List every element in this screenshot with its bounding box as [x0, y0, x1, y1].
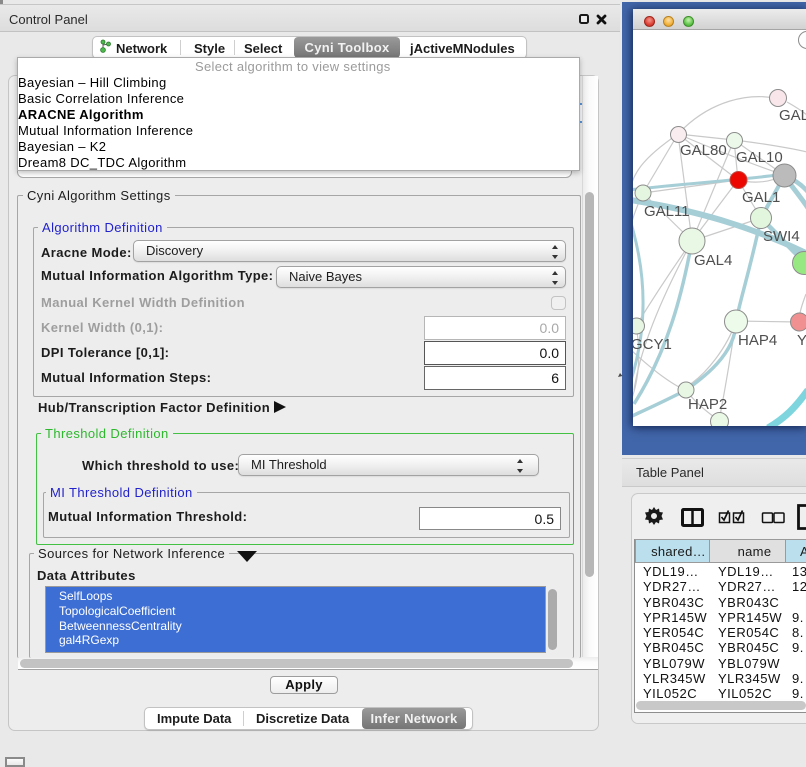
svg-text:GAL80: GAL80 — [680, 142, 727, 159]
svg-text:GAL11: GAL11 — [644, 203, 690, 220]
svg-text:YB: YB — [797, 332, 806, 349]
svg-text:HAP4: HAP4 — [738, 332, 777, 349]
svg-text:GAL4: GAL4 — [694, 252, 732, 269]
svg-text:GCY1: GCY1 — [633, 336, 672, 353]
svg-text:GAL7: GAL7 — [779, 107, 806, 124]
svg-text:GAL1: GAL1 — [742, 189, 780, 206]
svg-text:SWI4: SWI4 — [763, 228, 800, 245]
svg-text:GAL10: GAL10 — [736, 149, 783, 166]
svg-text:HAP2: HAP2 — [688, 396, 727, 413]
